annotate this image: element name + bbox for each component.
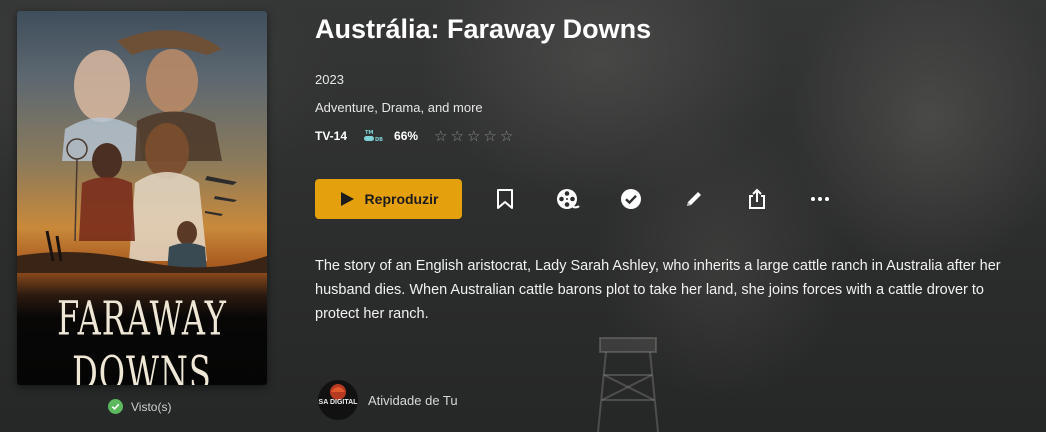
more-button[interactable] (800, 179, 840, 219)
activity-label[interactable]: Atividade de Tu (368, 393, 458, 408)
share-icon (749, 188, 765, 209)
play-button-label: Reproduzir (364, 191, 439, 207)
film-reel-icon (557, 189, 580, 209)
backdrop-water-tower (597, 337, 659, 432)
rotten-tomatoes-critic-icon: TM DB (364, 129, 388, 143)
watchlist-button[interactable] (485, 179, 525, 219)
activity-section[interactable]: SA DIGITAL Atividade de Tu (318, 380, 458, 420)
page-title: Austrália: Faraway Downs (315, 14, 652, 44)
watched-label: Visto(s) (131, 399, 172, 414)
share-button[interactable] (737, 179, 777, 219)
summary-text: The story of an English aristocrat, Lady… (315, 258, 1001, 322)
poster-title-art: FARAWAY DOWNS (57, 291, 227, 385)
avatar[interactable]: SA DIGITAL (318, 380, 358, 420)
svg-text:DB: DB (375, 137, 383, 143)
star-icon[interactable]: ☆ (500, 127, 513, 145)
critic-score: 66% (394, 129, 419, 143)
mark-watched-button[interactable] (611, 179, 651, 219)
svg-text:TM: TM (365, 130, 373, 136)
user-rating-stars[interactable]: ☆ ☆ ☆ ☆ ☆ (434, 127, 513, 145)
content-rating: TV-14 (315, 129, 348, 143)
check-circle-icon (621, 189, 641, 209)
star-icon[interactable]: ☆ (483, 127, 496, 145)
ratings-row: TV-14 TM DB 66% ☆ ☆ ☆ ☆ ☆ (315, 127, 513, 145)
trailer-button[interactable] (548, 179, 588, 219)
star-icon[interactable]: ☆ (467, 127, 480, 145)
star-icon[interactable]: ☆ (434, 127, 447, 145)
poster-image[interactable]: FARAWAY DOWNS (17, 11, 267, 385)
bookmark-icon (497, 189, 513, 209)
avatar-label: SA DIGITAL (318, 399, 358, 406)
watched-status: Visto(s) (108, 399, 171, 414)
star-icon[interactable]: ☆ (451, 127, 464, 145)
pencil-icon (687, 192, 701, 206)
play-icon (340, 192, 354, 206)
check-icon (108, 399, 123, 414)
edit-button[interactable] (674, 179, 714, 219)
more-icon (811, 197, 829, 201)
genres-link[interactable]: Adventure, Drama, and more (315, 100, 483, 115)
play-button[interactable]: Reproduzir (315, 179, 462, 219)
action-bar: Reproduzir (315, 179, 840, 219)
release-year: 2023 (315, 72, 344, 87)
